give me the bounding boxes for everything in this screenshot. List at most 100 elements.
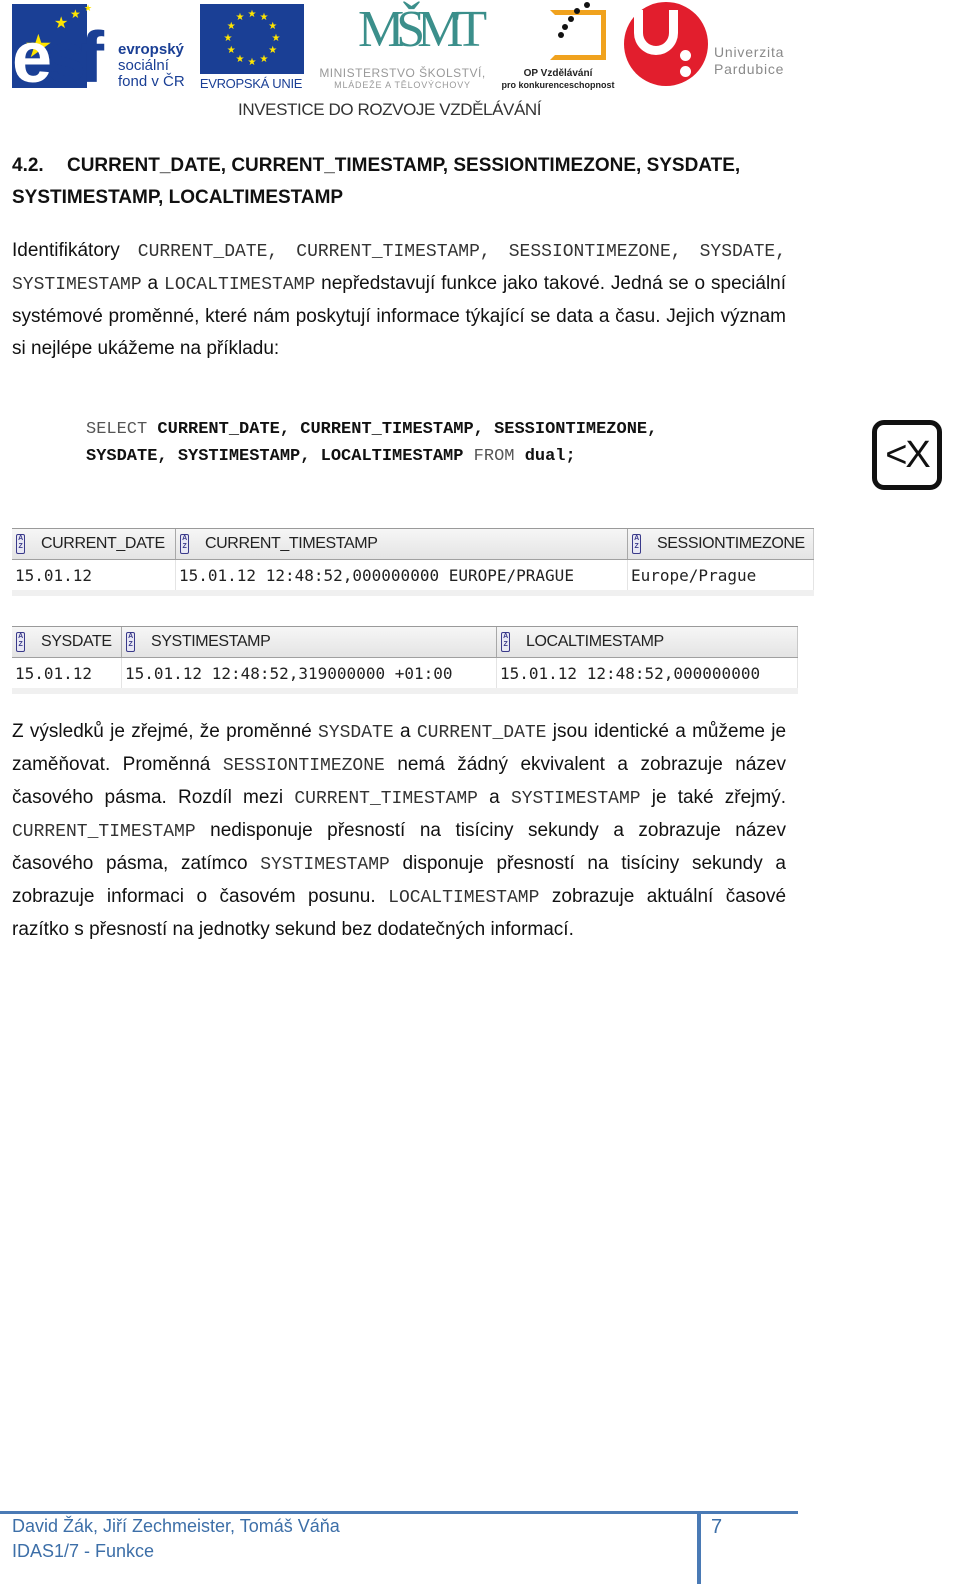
star-icon: ★ xyxy=(84,3,93,13)
sql-keyword: SELECT xyxy=(86,420,148,439)
op-dot xyxy=(562,24,568,30)
sort-az-icon: AZ xyxy=(16,632,25,652)
inline-code: LOCALTIMESTAMP xyxy=(164,275,316,295)
sort-az-icon: AZ xyxy=(126,632,135,652)
footer-course: IDAS1/7 - Funkce xyxy=(12,1541,155,1561)
msmt-line1: MINISTERSTVO ŠKOLSTVÍ, xyxy=(319,66,486,80)
eu-logo: ★ ★ ★ ★ ★ ★ ★ ★ ★ ★ ★ ★ EVROPSKÁ UNIE xyxy=(198,2,304,91)
sql-columns: CURRENT_DATE, CURRENT_TIMESTAMP, SESSION… xyxy=(157,420,658,439)
esf-line1: evropský xyxy=(118,41,184,58)
footer-vertical-divider xyxy=(697,1511,701,1584)
column-header[interactable]: A Z SESSIONTIMEZONE xyxy=(628,529,814,559)
column-header[interactable]: A Z CURRENT_TIMESTAMP xyxy=(176,529,628,559)
sort-az-icon: AZ xyxy=(632,534,641,554)
star-icon: ★ xyxy=(268,21,278,32)
upce-dot xyxy=(680,50,691,61)
star-icon: ★ xyxy=(271,33,281,44)
op-dot xyxy=(558,32,564,38)
inline-code: LOCALTIMESTAMP xyxy=(388,888,540,908)
table-row: 15.01.12 15.01.12 12:48:52,000000000 EUR… xyxy=(12,560,814,590)
sql-columns: SYSDATE, SYSTIMESTAMP, LOCALTIMESTAMP xyxy=(86,447,464,466)
sql-code-block: SELECT CURRENT_DATE, CURRENT_TIMESTAMP, … xyxy=(86,416,657,470)
heading-part: CURRENT_TIMESTAMP, xyxy=(231,155,449,176)
column-label: LOCALTIMESTAMP xyxy=(526,633,664,650)
inline-code: CURRENT_DATE xyxy=(416,723,547,743)
esf-logo: ★ ★ ★ ★ esf evropský sociální fond v ČR xyxy=(12,3,192,98)
op-dot xyxy=(574,8,580,14)
upce-text: Univerzita Pardubice xyxy=(714,44,784,78)
result-grid-1: A Z CURRENT_DATE A Z CURRENT_TIMESTAMP A Z SES… xyxy=(12,528,814,596)
column-header[interactable]: A Z SYSDATE xyxy=(12,627,122,657)
upce-u-glyph xyxy=(634,10,678,55)
table-cell[interactable]: 15.01.12 12:48:52,319000000 +01:00 xyxy=(122,658,497,688)
column-label: SESSIONTIMEZONE xyxy=(657,535,805,552)
upce-dot xyxy=(680,66,691,77)
msmt-mark: MŠMT xyxy=(358,1,487,58)
explanation-text: a xyxy=(489,787,500,808)
star-icon: ★ xyxy=(235,12,245,24)
op-dot xyxy=(568,16,574,22)
star-icon: ★ xyxy=(223,33,233,44)
star-icon: ★ xyxy=(259,53,269,65)
eu-label: EVROPSKÁ UNIE xyxy=(199,76,303,91)
esf-line2: sociální xyxy=(118,57,169,74)
page-number: 7 xyxy=(711,1516,723,1538)
section-number: 4.2. xyxy=(12,155,44,176)
column-label: SYSDATE xyxy=(41,633,112,650)
table-cell[interactable]: 15.01.12 xyxy=(12,658,122,688)
upce-line1: Univerzita xyxy=(714,44,785,60)
inline-code: SYSTIMESTAMP xyxy=(12,275,142,295)
upce-line2: Pardubice xyxy=(714,61,785,77)
star-icon: ★ xyxy=(268,45,278,56)
intro-paragraph: Identifikátory CURRENT_DATE, CURRENT_TIM… xyxy=(12,235,786,365)
inline-code: CURRENT_DATE, xyxy=(137,242,279,262)
star-icon: ★ xyxy=(235,53,245,65)
sort-az-icon: AZ xyxy=(180,534,189,554)
esf-mark: esf xyxy=(12,18,104,98)
star-icon: ★ xyxy=(226,21,236,32)
upce-circle-icon xyxy=(624,2,708,86)
explanation-paragraph: Z výsledků je zřejmé, že proměnné SYSDAT… xyxy=(12,716,786,946)
msmt-line2: MLÁDEŽE A TĚLOVÝCHOVY xyxy=(334,80,471,90)
star-icon: ★ xyxy=(247,57,257,68)
table-cell[interactable]: 15.01.12 12:48:52,000000000 xyxy=(497,658,798,688)
heading-part: SYSDATE, xyxy=(646,155,741,176)
star-icon: ★ xyxy=(247,9,257,20)
op-dot xyxy=(584,2,590,8)
table-cell[interactable]: 15.01.12 12:48:52,000000000 EUROPE/PRAGU… xyxy=(176,560,628,590)
op-logo: OP Vzdělávání pro konkurenceschopnost xyxy=(498,0,618,90)
sql-code-icon: <X xyxy=(872,420,942,490)
sql-table: dual; xyxy=(524,447,576,466)
table-cell[interactable]: Europe/Prague xyxy=(628,560,814,590)
inline-code: SESSIONTIMEZONE xyxy=(222,756,385,776)
inline-code: SYSDATE xyxy=(318,723,394,743)
footer-authors: David Žák, Jiří Zechmeister, Tomáš Váňa xyxy=(12,1516,340,1536)
explanation-text: Z výsledků je zřejmé, že proměnné xyxy=(12,721,312,742)
column-label: SYSTIMESTAMP xyxy=(151,633,271,650)
inline-code: CURRENT_TIMESTAMP xyxy=(12,822,196,842)
heading-part: SESSIONTIMEZONE, xyxy=(453,155,642,176)
op-line2: pro konkurenceschopnost xyxy=(501,80,615,90)
intro-text: a xyxy=(147,273,159,294)
explanation-text: je také zřejmý. xyxy=(651,787,787,808)
column-header[interactable]: A Z SYSTIMESTAMP xyxy=(122,627,497,657)
column-label: CURRENT_DATE xyxy=(41,535,165,552)
footer-divider xyxy=(0,1511,798,1514)
explanation-section: Z výsledků je zřejmé, že proměnné SYSDAT… xyxy=(12,716,786,946)
sql-keyword: FROM xyxy=(473,447,515,466)
heading-line2: SYSTIMESTAMP, LOCALTIMESTAMP xyxy=(12,187,344,208)
inline-code: CURRENT_TIMESTAMP, xyxy=(296,242,491,262)
grid-header: A Z SYSDATE A Z SYSTIMESTAMP A Z LOCALTIMESTAM… xyxy=(12,627,798,658)
eu-flag: ★ ★ ★ ★ ★ ★ ★ ★ ★ ★ ★ ★ xyxy=(200,4,304,74)
section-heading: 4.2. CURRENT_DATE, CURRENT_TIMESTAMP, SE… xyxy=(12,150,786,214)
inline-code: SESSIONTIMEZONE, xyxy=(508,242,682,262)
sort-az-icon: AZ xyxy=(16,534,25,554)
column-header[interactable]: A Z LOCALTIMESTAMP xyxy=(497,627,798,657)
column-header[interactable]: A Z CURRENT_DATE xyxy=(12,529,176,559)
grid-footer-shade xyxy=(12,688,798,694)
sql-code-icon-glyph: <X xyxy=(885,433,931,476)
op-line1: OP Vzdělávání xyxy=(523,68,593,79)
heading-part: CURRENT_DATE, xyxy=(66,155,227,176)
table-cell[interactable]: 15.01.12 xyxy=(12,560,176,590)
column-label: CURRENT_TIMESTAMP xyxy=(205,535,378,552)
